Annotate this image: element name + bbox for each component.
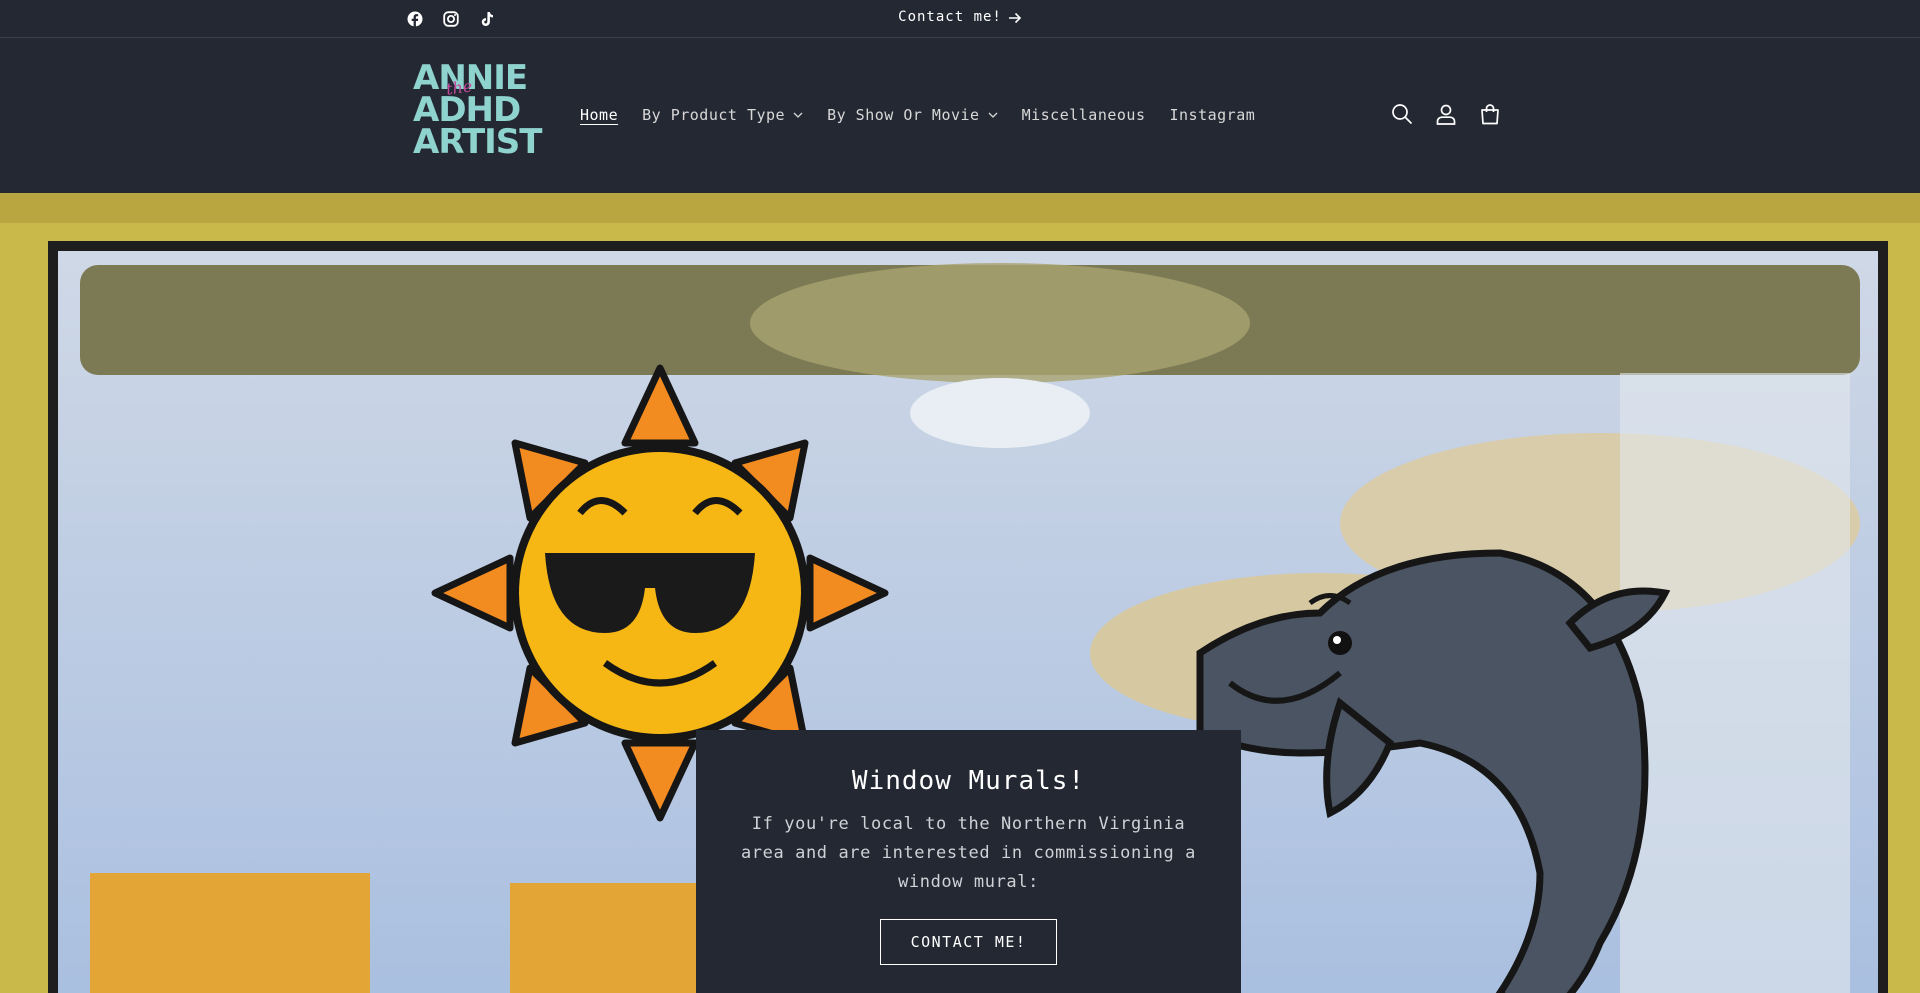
header-icons — [1390, 102, 1502, 126]
announcement-text: Contact me! — [898, 9, 1002, 25]
hero-title: Window Murals! — [851, 766, 1086, 796]
nav-item-by-show-or-movie[interactable]: By Show Or Movie — [827, 106, 998, 124]
chevron-down-icon — [793, 112, 803, 118]
contact-me-button[interactable]: CONTACT ME! — [879, 919, 1058, 965]
nav-label-by-product-type: By Product Type — [642, 106, 786, 124]
announcement-contact-link[interactable]: Contact me! — [0, 0, 1920, 34]
logo-line-artist: ARTIST — [413, 122, 543, 162]
hero-content-card: Window Murals! If you're local to the No… — [696, 730, 1241, 993]
nav-label-by-show-or-movie: By Show Or Movie — [827, 106, 980, 124]
nav-label-miscellaneous: Miscellaneous — [1021, 106, 1146, 124]
chevron-down-icon — [988, 112, 998, 118]
announcement-bar: Contact me! — [0, 0, 1920, 38]
hero-text: If you're local to the Northern Virginia… — [740, 814, 1197, 892]
site-logo[interactable]: ANNIE the ADHD ARTIST — [413, 61, 543, 168]
account-icon[interactable] — [1434, 102, 1458, 126]
cart-icon[interactable] — [1478, 102, 1502, 126]
site-header: ANNIE the ADHD ARTIST Home By Product Ty… — [0, 38, 1920, 193]
search-icon[interactable] — [1390, 102, 1414, 126]
nav-label-instagram: Instagram — [1169, 106, 1256, 124]
nav-item-miscellaneous[interactable]: Miscellaneous — [1022, 106, 1146, 124]
nav-label-home: Home — [580, 106, 619, 124]
nav-item-by-product-type[interactable]: By Product Type — [642, 106, 803, 124]
main-nav: Home By Product Type By Show Or Movie Mi… — [580, 106, 1255, 124]
arrow-right-icon — [1008, 12, 1021, 23]
hero-banner: Window Murals! If you're local to the No… — [0, 193, 1920, 993]
logo-line-the: the — [444, 76, 474, 99]
nav-item-home[interactable]: Home — [580, 106, 618, 124]
nav-item-instagram[interactable]: Instagram — [1170, 106, 1256, 124]
